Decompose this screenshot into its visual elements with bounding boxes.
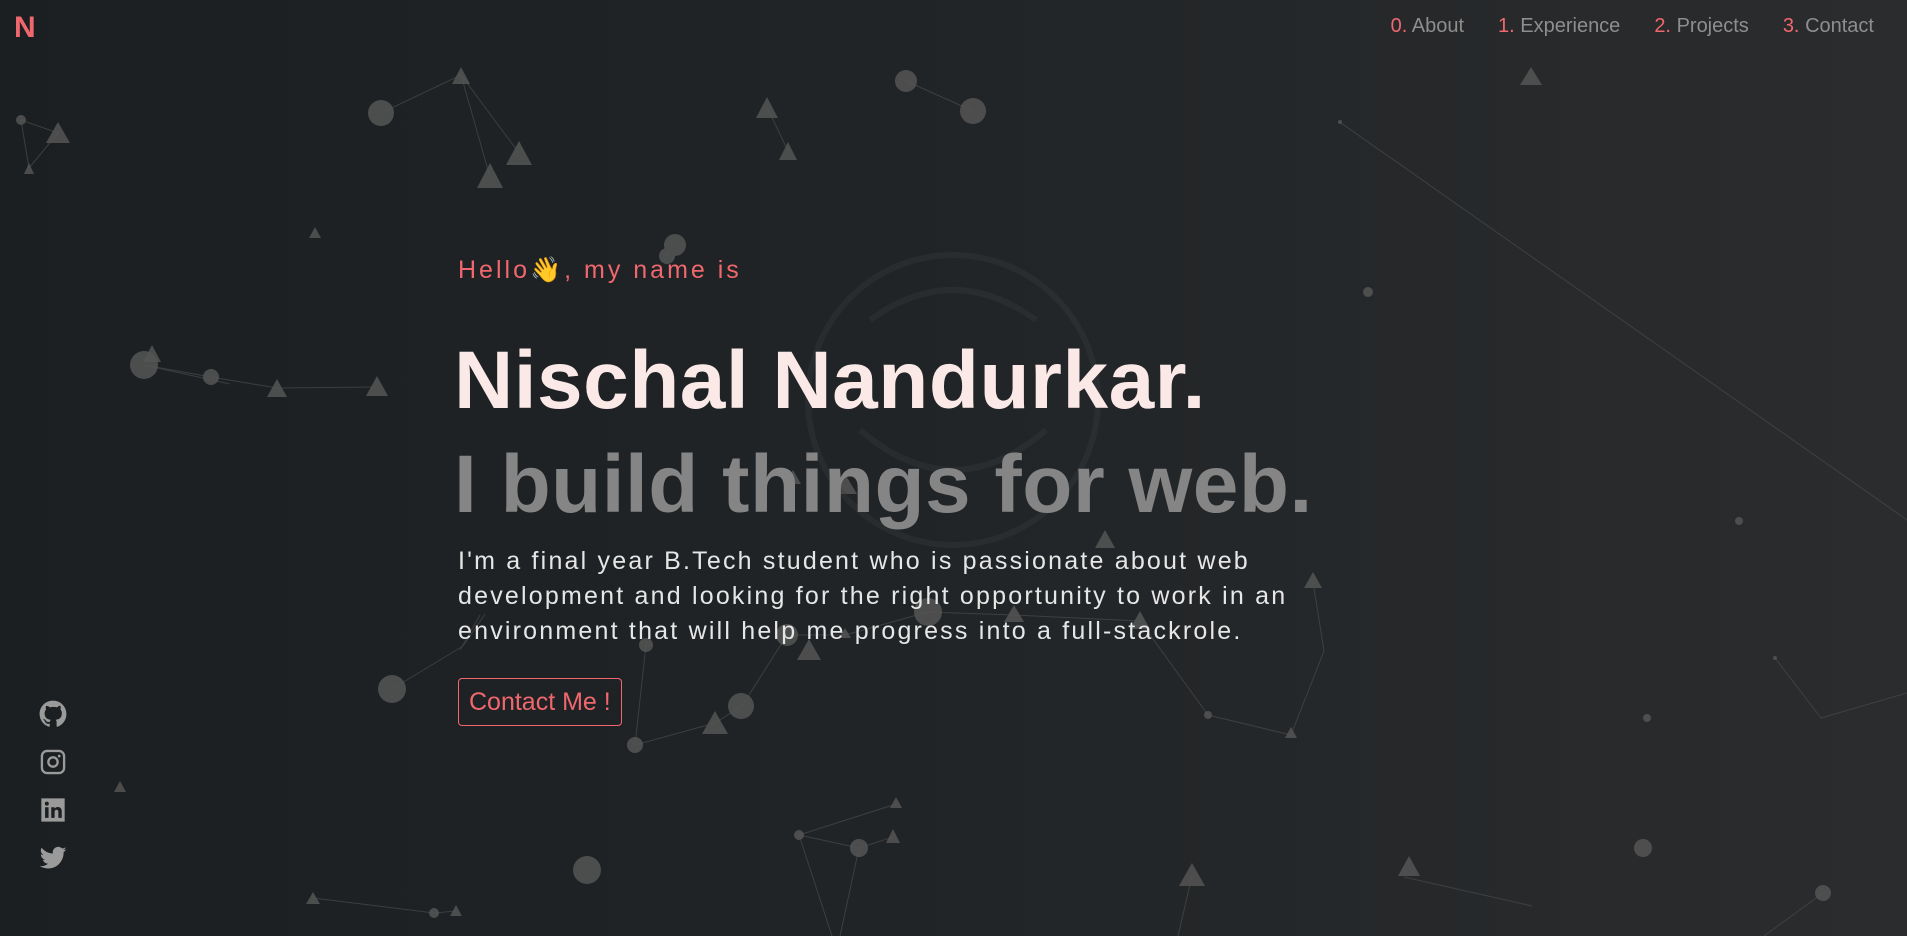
nav-item-experience[interactable]: 1. Experience — [1498, 15, 1620, 38]
hero-section: Hello👋, my name is Nischal Nandurkar. I … — [454, 256, 1438, 726]
nav-label: Projects — [1676, 15, 1749, 37]
nav-label: Experience — [1520, 15, 1621, 37]
nav-item-about[interactable]: 0. About — [1391, 15, 1464, 38]
github-icon — [39, 700, 67, 727]
social-links — [39, 700, 67, 872]
nav-item-contact[interactable]: 3. Contact — [1783, 15, 1874, 38]
hero-name: Nischal Nandurkar. — [454, 335, 1206, 426]
nav-number: 1. — [1498, 15, 1515, 37]
hero-tagline: I build things for web. — [454, 439, 1313, 530]
nav-number: 0. — [1390, 15, 1408, 37]
twitter-icon — [39, 846, 67, 869]
hero-greeting: Hello👋, my name is — [458, 256, 742, 284]
contact-me-button[interactable]: Contact Me ! — [458, 678, 622, 726]
main-nav: 0. About 1. Experience 2. Projects 3. Co… — [1391, 15, 1874, 38]
twitter-link[interactable] — [39, 844, 67, 872]
instagram-link[interactable] — [39, 748, 67, 776]
nav-label: Contact — [1805, 15, 1874, 37]
nav-number: 2. — [1654, 15, 1671, 37]
instagram-icon — [40, 749, 66, 775]
linkedin-icon — [41, 798, 65, 822]
linkedin-link[interactable] — [39, 796, 67, 824]
nav-label: About — [1411, 15, 1464, 37]
site-logo[interactable]: N — [14, 11, 36, 45]
hero-bio: I'm a final year B.Tech student who is p… — [458, 547, 1288, 645]
github-link[interactable] — [39, 700, 67, 728]
nav-number: 3. — [1782, 15, 1800, 37]
nav-item-projects[interactable]: 2. Projects — [1654, 15, 1749, 38]
